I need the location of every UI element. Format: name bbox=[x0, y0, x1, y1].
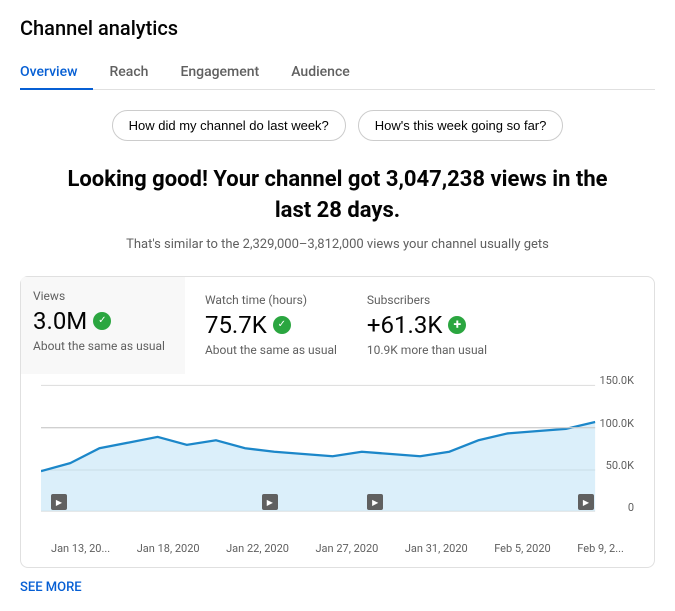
watch-time-label: Watch time (hours) bbox=[205, 293, 337, 307]
metric-watch-time: Watch time (hours) 75.7K ✓ About the sam… bbox=[205, 293, 367, 359]
watch-time-check-icon: ✓ bbox=[273, 316, 291, 334]
metric-subscribers: Subscribers +61.3K + 10.9K more than usu… bbox=[367, 293, 517, 359]
tab-overview[interactable]: Overview bbox=[20, 56, 93, 90]
x-label-2: Jan 18, 2020 bbox=[137, 542, 200, 555]
chart-svg bbox=[41, 374, 634, 534]
question-btn-this-week[interactable]: How's this week going so far? bbox=[358, 110, 564, 141]
metrics-row: Views 3.0M ✓ About the same as usual Wat… bbox=[41, 293, 634, 359]
subscribers-value: +61.3K + bbox=[367, 311, 487, 339]
analytics-card: Views 3.0M ✓ About the same as usual Wat… bbox=[20, 276, 655, 569]
question-btn-last-week[interactable]: How did my channel do last week? bbox=[112, 110, 346, 141]
subscribers-label: Subscribers bbox=[367, 293, 487, 307]
x-label-1: Jan 13, 20... bbox=[51, 542, 110, 555]
y-label-0: 0 bbox=[596, 501, 634, 514]
y-label-50k: 50.0K bbox=[596, 459, 634, 472]
see-more-link[interactable]: SEE MORE bbox=[20, 580, 82, 595]
chart-area: 150.0K 100.0K 50.0K 0 ▶ ▶ ▶ ▶ bbox=[41, 374, 634, 534]
watch-time-value: 75.7K ✓ bbox=[205, 311, 337, 339]
x-label-7: Feb 9, 2... bbox=[577, 542, 624, 555]
x-label-4: Jan 27, 2020 bbox=[315, 542, 378, 555]
tabs-nav: Overview Reach Engagement Audience bbox=[20, 56, 655, 90]
views-value: 3.0M ✓ bbox=[33, 307, 165, 335]
chart-x-labels: Jan 13, 20... Jan 18, 2020 Jan 22, 2020 … bbox=[41, 542, 634, 555]
y-label-100k: 100.0K bbox=[596, 417, 634, 430]
x-label-5: Jan 31, 2020 bbox=[405, 542, 468, 555]
tab-engagement[interactable]: Engagement bbox=[164, 56, 275, 90]
y-label-150k: 150.0K bbox=[596, 374, 634, 387]
sub-headline: That's similar to the 2,329,000–3,812,00… bbox=[20, 237, 655, 252]
video-marker-2[interactable]: ▶ bbox=[262, 494, 278, 510]
video-marker-3[interactable]: ▶ bbox=[367, 494, 383, 510]
tab-audience[interactable]: Audience bbox=[275, 56, 366, 90]
tab-reach[interactable]: Reach bbox=[93, 56, 164, 90]
subscribers-plus-icon: + bbox=[448, 316, 466, 334]
chart-y-labels: 150.0K 100.0K 50.0K 0 bbox=[596, 374, 634, 514]
video-marker-4[interactable]: ▶ bbox=[578, 494, 594, 510]
video-marker-1[interactable]: ▶ bbox=[51, 494, 67, 510]
views-check-icon: ✓ bbox=[93, 312, 111, 330]
watch-time-status: About the same as usual bbox=[205, 343, 337, 359]
metric-views: Views 3.0M ✓ About the same as usual bbox=[21, 277, 185, 375]
quick-questions: How did my channel do last week? How's t… bbox=[20, 110, 655, 141]
x-label-3: Jan 22, 2020 bbox=[226, 542, 289, 555]
views-status: About the same as usual bbox=[33, 339, 165, 355]
views-label: Views bbox=[33, 289, 165, 303]
x-label-6: Feb 5, 2020 bbox=[494, 542, 551, 555]
subscribers-status: 10.9K more than usual bbox=[367, 343, 487, 359]
main-headline: Looking good! Your channel got 3,047,238… bbox=[20, 165, 655, 227]
page-title: Channel analytics bbox=[20, 16, 655, 40]
video-markers: ▶ ▶ ▶ ▶ bbox=[51, 494, 594, 510]
